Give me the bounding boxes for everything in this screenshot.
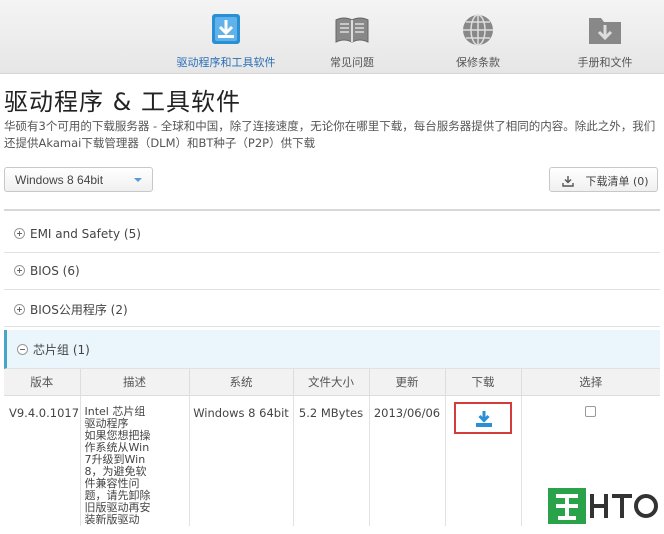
category-emi-safety[interactable]: EMI and Safety (5) [4, 216, 660, 253]
category-count: (6) [62, 264, 80, 278]
nav-manuals[interactable]: 手册和文件 [550, 6, 660, 70]
nav-label: 手册和文件 [577, 56, 633, 69]
category-count: (1) [72, 343, 90, 357]
select-checkbox[interactable] [585, 405, 597, 417]
category-count: (5) [123, 227, 141, 241]
nav-warranty[interactable]: 保修条款 [423, 6, 533, 70]
col-version: 版本 [4, 369, 81, 396]
download-button[interactable] [454, 401, 512, 434]
divider [4, 209, 660, 211]
col-updated: 更新 [369, 369, 446, 396]
download-icon [476, 410, 492, 427]
col-select: 选择 [521, 369, 660, 396]
download-icon [562, 176, 574, 187]
chevron-down-icon [134, 178, 142, 182]
category-bios-utilities[interactable]: BIOS公用程序 (2) [4, 290, 660, 327]
col-size: 文件大小 [293, 369, 370, 396]
page-description: 华硕有3个可用的下载服务器 - 全球和中国，除了连接速度，无论你在哪里下载，每台… [4, 119, 656, 150]
cell-description: Intel 芯片组驱动程序 如果您想把操作系统从Win 7升级到Win 8，为避… [80, 395, 190, 526]
nav-label: 保修条款 [456, 56, 500, 69]
cell-system: Windows 8 64bit [189, 395, 294, 526]
nav-label: 驱动程序和工具软件 [176, 56, 276, 69]
cell-download [445, 395, 522, 526]
os-select-value: Windows 8 64bit [15, 173, 104, 187]
table-header-row: 版本 描述 系统 文件大小 更新 下载 选择 [4, 369, 660, 396]
category-label: BIOS [30, 264, 59, 278]
expand-plus-icon [14, 304, 25, 315]
folder-download-icon [589, 18, 621, 44]
category-count: (2) [110, 303, 128, 317]
cell-size: 5.2 MBytes [293, 395, 370, 526]
page-title: 驱动程序 & 工具软件 [4, 88, 241, 116]
os-select[interactable]: Windows 8 64bit [4, 167, 153, 192]
col-description: 描述 [80, 369, 190, 396]
cell-version: V9.4.0.1017 [4, 395, 81, 526]
category-bios[interactable]: BIOS (6) [4, 253, 660, 290]
expand-plus-icon [14, 228, 25, 239]
cell-updated: 2013/06/06 [369, 395, 446, 526]
download-list-label: 下载清单 (0) [585, 175, 649, 188]
collapse-minus-icon [17, 344, 28, 355]
nav-faq[interactable]: 常见问题 [297, 6, 407, 70]
category-label: BIOS公用程序 [30, 303, 107, 317]
category-label: 芯片组 [33, 343, 70, 357]
category-chipset[interactable]: 芯片组 (1) [4, 330, 660, 369]
download-icon [212, 14, 240, 44]
download-list-button[interactable]: 下载清单 (0) [549, 167, 658, 192]
description-text: Intel 芯片组驱动程序 如果您想把操作系统从Win 7升级到Win 8，为避… [81, 404, 153, 526]
col-system: 系统 [189, 369, 294, 396]
top-nav: 驱动程序和工具软件 常见问题 保修条款 手册和文件 [0, 0, 664, 74]
watermark-logo [548, 488, 658, 524]
category-label: EMI and Safety [30, 227, 121, 241]
nav-label: 常见问题 [330, 56, 374, 69]
globe-icon [463, 14, 493, 46]
col-download: 下载 [445, 369, 522, 396]
nav-drivers-tools[interactable]: 驱动程序和工具软件 [171, 6, 281, 70]
expand-plus-icon [14, 265, 25, 276]
description-body: Intel 芯片组驱动程序 如果您想把操作系统从Win 7升级到Win 8，为避… [84, 404, 151, 526]
book-icon [335, 17, 369, 43]
